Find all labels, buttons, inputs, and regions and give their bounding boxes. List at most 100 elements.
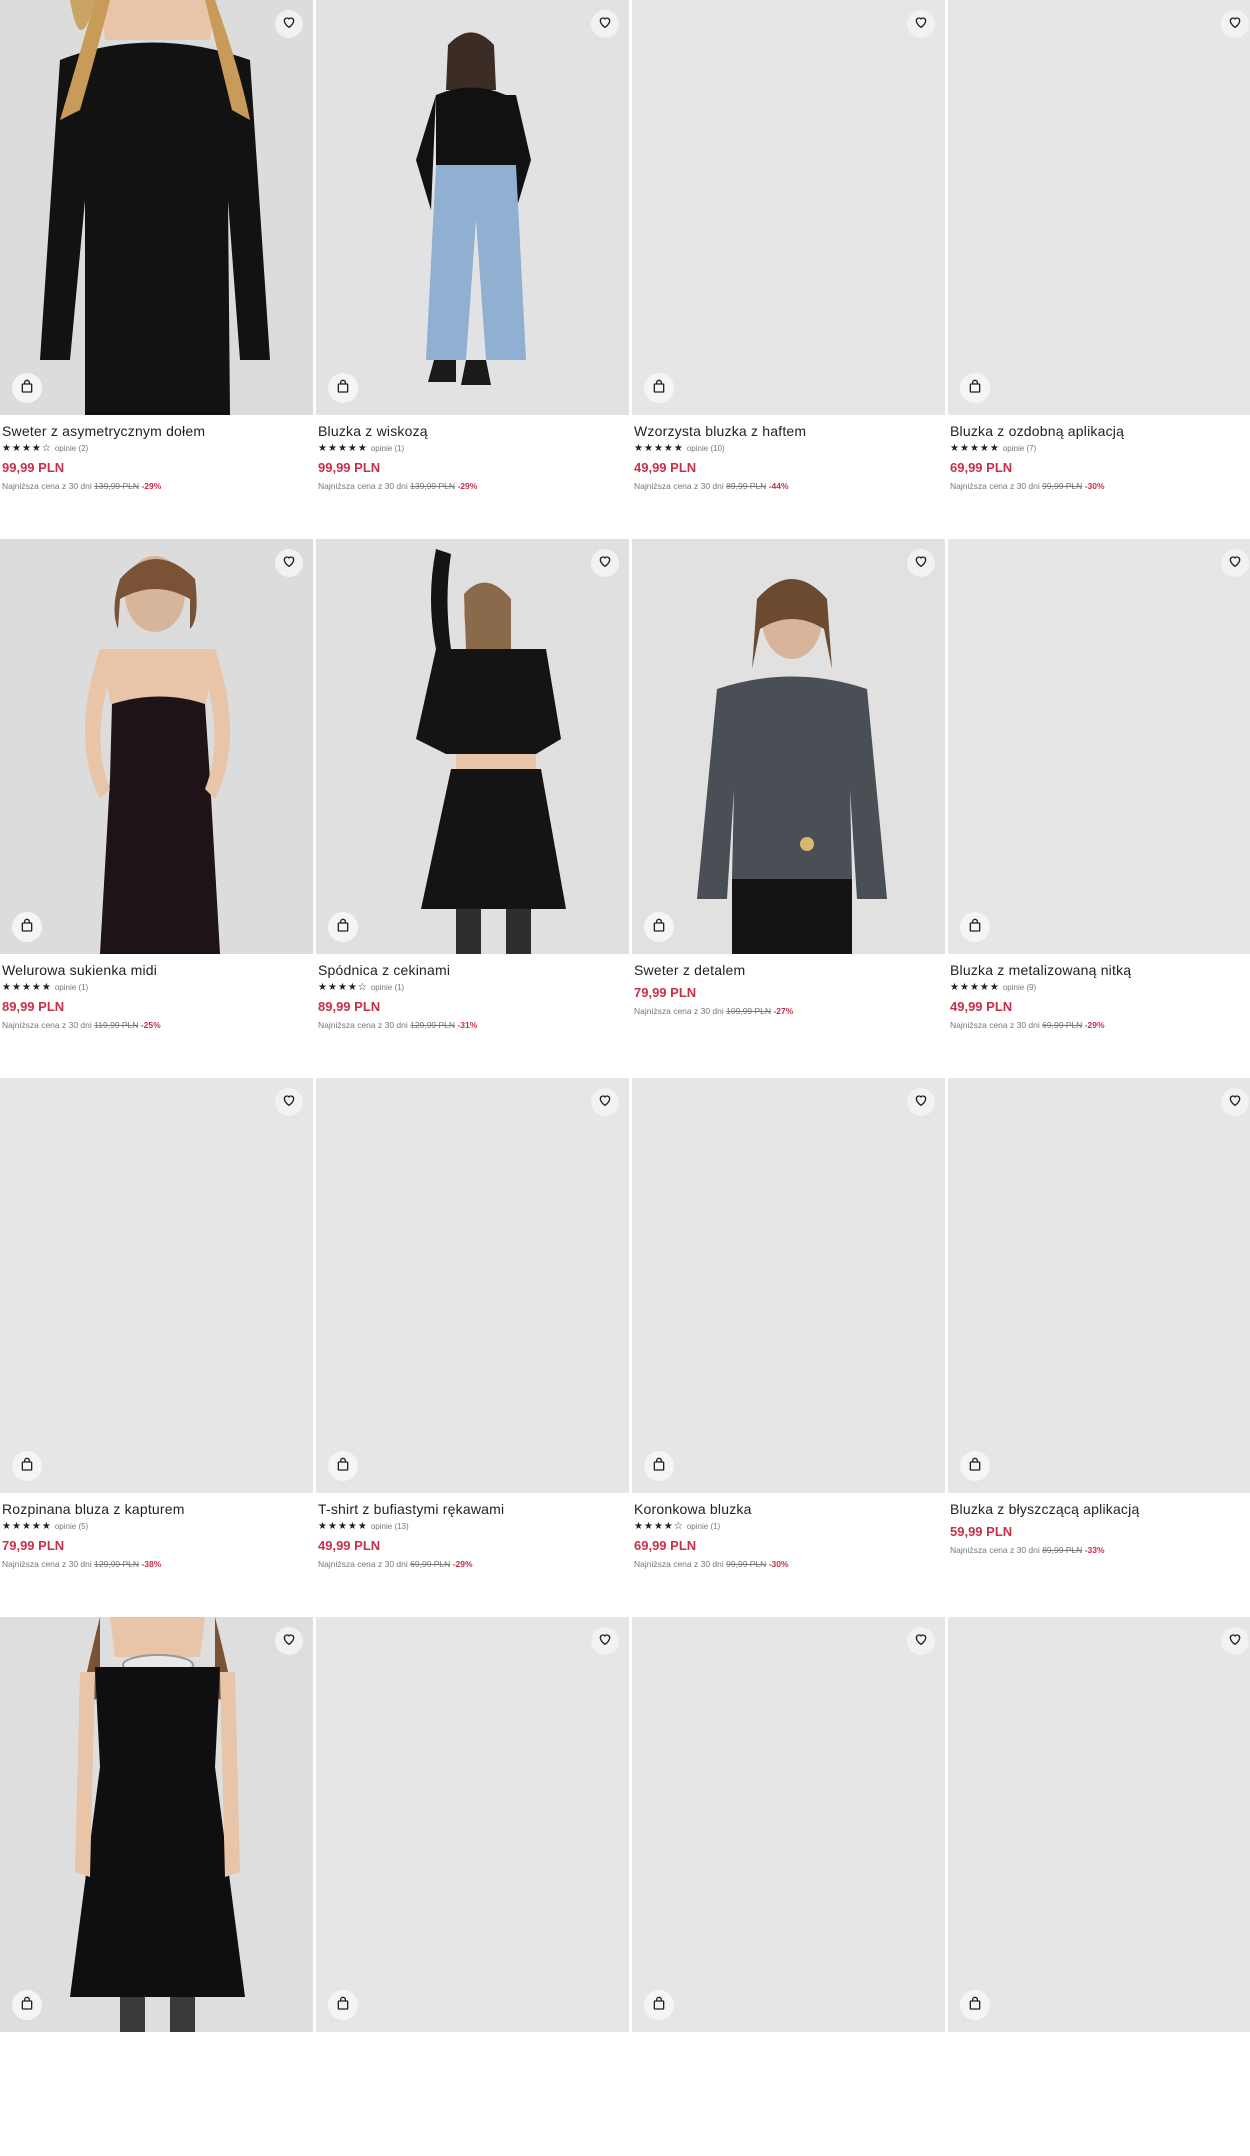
favorite-button[interactable] (1221, 1088, 1249, 1116)
product-image[interactable] (0, 539, 313, 954)
reviews-count[interactable]: opinie (1) (55, 983, 88, 992)
product-name[interactable]: Sweter z detalem (634, 962, 943, 979)
favorite-button[interactable] (591, 549, 619, 577)
add-to-cart-button[interactable] (328, 1451, 358, 1481)
lowest-price-label: Najniższa cena z 30 dni (634, 1006, 724, 1016)
add-to-cart-button[interactable] (960, 1451, 990, 1481)
product-card[interactable]: Spódnica z cekinami ★ ★ ★ ★ ☆ opinie (1) 89,99 … (316, 539, 629, 1078)
product-card[interactable]: Koronkowa bluzka ★ ★ ★ ★ ☆ opinie (1) 69,99 PLN… (632, 1078, 945, 1617)
product-name[interactable]: Bluzka z ozdobną aplikacją (950, 423, 1250, 440)
reviews-label: opinie (370, 444, 393, 453)
product-name[interactable]: Bluzka z metalizowaną nitką (950, 962, 1250, 979)
star-icon: ★ (989, 981, 999, 993)
product-image[interactable] (316, 1078, 629, 1493)
product-photo (948, 539, 1250, 954)
product-name[interactable]: Spódnica z cekinami (318, 962, 627, 979)
add-to-cart-button[interactable] (328, 1990, 358, 2020)
product-card[interactable] (948, 1617, 1250, 2156)
product-image[interactable] (948, 539, 1250, 954)
product-image[interactable] (948, 0, 1250, 415)
product-name[interactable]: Sweter z asymetrycznym dołem (2, 423, 311, 440)
favorite-button[interactable] (1221, 10, 1249, 38)
favorite-button[interactable] (275, 1627, 303, 1655)
favorite-button[interactable] (591, 1088, 619, 1116)
favorite-button[interactable] (591, 10, 619, 38)
star-icon: ☆ (673, 1520, 683, 1532)
add-to-cart-button[interactable] (12, 1451, 42, 1481)
product-card[interactable] (316, 1617, 629, 2156)
reviews-count[interactable]: opinie (10) (687, 444, 725, 453)
product-card[interactable]: Bluzka z błyszczącą aplikacją 59,99 PLN Na… (948, 1078, 1250, 1617)
product-card[interactable] (632, 1617, 945, 2156)
product-image[interactable] (0, 1617, 313, 2032)
product-image[interactable] (316, 539, 629, 954)
reviews-count[interactable]: opinie (9) (1003, 983, 1036, 992)
product-name[interactable]: Wzorzysta bluzka z haftem (634, 423, 943, 440)
product-price: 69,99 PLN (634, 1538, 697, 1553)
reviews-number: (1) (710, 1522, 721, 1531)
add-to-cart-button[interactable] (644, 912, 674, 942)
favorite-button[interactable] (1221, 1627, 1249, 1655)
product-name[interactable]: Bluzka z wiskozą (318, 423, 627, 440)
favorite-button[interactable] (907, 1627, 935, 1655)
reviews-count[interactable]: opinie (1) (371, 983, 404, 992)
star-icon: ★ (318, 981, 327, 993)
add-to-cart-button[interactable] (12, 912, 42, 942)
star-icon: ★ (357, 1520, 367, 1532)
add-to-cart-button[interactable] (328, 912, 358, 942)
product-image[interactable] (632, 0, 945, 415)
product-image[interactable] (632, 539, 945, 954)
product-image[interactable] (0, 1078, 313, 1493)
add-to-cart-button[interactable] (644, 1990, 674, 2020)
reviews-count[interactable]: opinie (13) (371, 1522, 409, 1531)
favorite-button[interactable] (275, 1088, 303, 1116)
add-to-cart-button[interactable] (12, 1990, 42, 2020)
add-to-cart-button[interactable] (328, 373, 358, 403)
product-card[interactable]: Sweter z detalem 79,99 PLN Najniższa cena … (632, 539, 945, 1078)
reviews-count[interactable]: opinie (1) (371, 444, 404, 453)
product-name[interactable]: Koronkowa bluzka (634, 1501, 943, 1518)
product-image[interactable] (316, 0, 629, 415)
add-to-cart-button[interactable] (644, 373, 674, 403)
favorite-button[interactable] (591, 1627, 619, 1655)
product-name[interactable]: Rozpinana bluza z kapturem (2, 1501, 311, 1518)
reviews-count[interactable]: opinie (5) (55, 1522, 88, 1531)
add-to-cart-button[interactable] (960, 373, 990, 403)
product-card[interactable]: T-shirt z bufiastymi rękawami ★ ★ ★ ★ ★ opinie… (316, 1078, 629, 1617)
product-card[interactable]: Bluzka z ozdobną aplikacją ★ ★ ★ ★ ★ opinie (7… (948, 0, 1250, 539)
product-image[interactable] (316, 1617, 629, 2032)
add-to-cart-button[interactable] (12, 373, 42, 403)
product-image[interactable] (948, 1078, 1250, 1493)
product-card[interactable]: Welurowa sukienka midi ★ ★ ★ ★ ★ opinie (1) 89,… (0, 539, 313, 1078)
add-to-cart-button[interactable] (960, 1990, 990, 2020)
product-image[interactable] (632, 1617, 945, 2032)
product-price: 89,99 PLN (2, 999, 65, 1014)
favorite-button[interactable] (1221, 549, 1249, 577)
product-name[interactable]: Welurowa sukienka midi (2, 962, 311, 979)
product-card[interactable] (0, 1617, 313, 2156)
product-card[interactable]: Rozpinana bluza z kapturem ★ ★ ★ ★ ★ opinie (5… (0, 1078, 313, 1617)
product-card[interactable]: Wzorzysta bluzka z haftem ★ ★ ★ ★ ★ opinie (10… (632, 0, 945, 539)
product-photo (632, 1617, 945, 2032)
star-icon: ★ (989, 442, 999, 454)
product-card[interactable]: Bluzka z metalizowaną nitką ★ ★ ★ ★ ★ opinie (… (948, 539, 1250, 1078)
reviews-count[interactable]: opinie (2) (55, 444, 88, 453)
product-image[interactable] (948, 1617, 1250, 2032)
add-to-cart-button[interactable] (960, 912, 990, 942)
product-card[interactable]: Sweter z asymetrycznym dołem ★ ★ ★ ★ ☆ opinie … (0, 0, 313, 539)
product-name[interactable]: T-shirt z bufiastymi rękawami (318, 1501, 627, 1518)
favorite-button[interactable] (275, 10, 303, 38)
favorite-button[interactable] (907, 1088, 935, 1116)
product-name[interactable]: Bluzka z błyszczącą aplikacją (950, 1501, 1250, 1518)
reviews-count[interactable]: opinie (7) (1003, 444, 1036, 453)
product-image[interactable] (632, 1078, 945, 1493)
favorite-button[interactable] (907, 10, 935, 38)
lowest-price-label: Najniższa cena z 30 dni (634, 481, 724, 491)
product-image[interactable] (0, 0, 313, 415)
add-to-cart-button[interactable] (644, 1451, 674, 1481)
lowest-price-info: Najniższa cena z 30 dni 99,99 PLN -30% (950, 481, 1250, 491)
product-card[interactable]: Bluzka z wiskozą ★ ★ ★ ★ ★ opinie (1) 99,99 PLN… (316, 0, 629, 539)
favorite-button[interactable] (275, 549, 303, 577)
favorite-button[interactable] (907, 549, 935, 577)
reviews-count[interactable]: opinie (1) (687, 1522, 720, 1531)
